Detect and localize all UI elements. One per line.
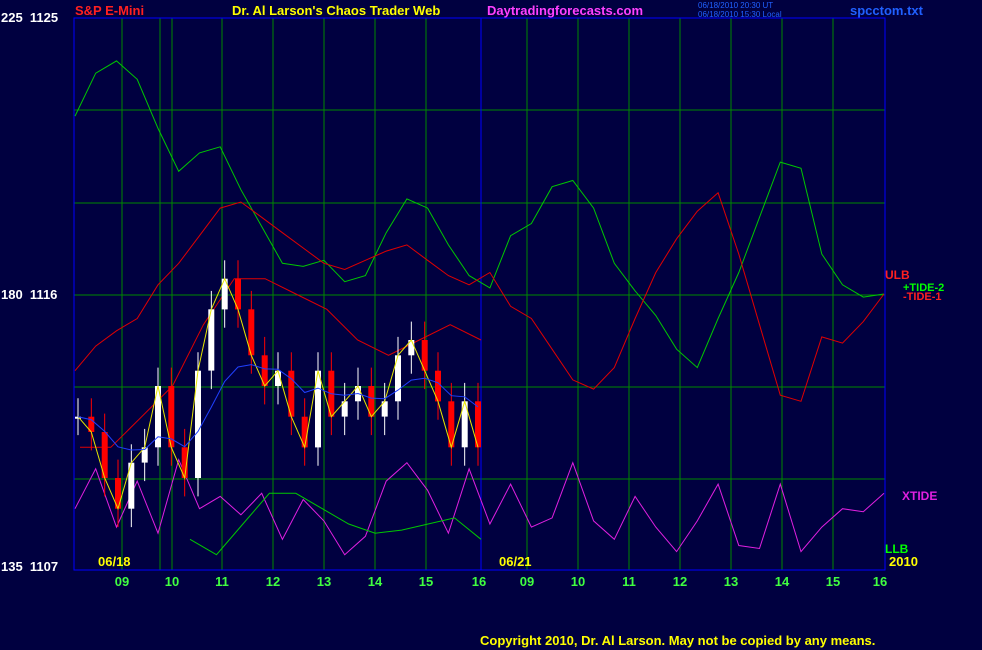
hour-label: 13: [317, 574, 331, 589]
xtide-label: XTIDE: [902, 489, 937, 503]
date-label-1: 06/18: [98, 554, 131, 569]
hour-label: 16: [472, 574, 486, 589]
ulb-label: ULB: [885, 268, 910, 282]
hour-label: 09: [520, 574, 534, 589]
hour-label: 10: [165, 574, 179, 589]
tide1-label: -TIDE-1: [903, 291, 942, 303]
file-label: spcctom.txt: [850, 3, 924, 18]
stamp-ut: 06/18/2010 20:30 UT: [698, 1, 773, 10]
hour-label: 12: [673, 574, 687, 589]
y-label-top: 225 1125: [1, 10, 58, 25]
chaos-trader-chart: S&P E-Mini Dr. Al Larson's Chaos Trader …: [0, 0, 982, 650]
symbol-label: S&P E-Mini: [75, 3, 144, 18]
hour-label: 15: [419, 574, 433, 589]
hour-label: 15: [826, 574, 840, 589]
hour-label: 11: [215, 574, 229, 589]
llb-label: LLB: [885, 542, 909, 556]
hour-label: 13: [724, 574, 738, 589]
hour-label: 09: [115, 574, 129, 589]
chart-title: Dr. Al Larson's Chaos Trader Web: [232, 3, 440, 18]
hour-label: 10: [571, 574, 585, 589]
date-label-2: 06/21: [499, 554, 532, 569]
hour-label: 12: [266, 574, 280, 589]
site-label: Daytradingforecasts.com: [487, 3, 643, 18]
hour-label: 14: [775, 574, 790, 589]
copyright: Copyright 2010, Dr. Al Larson. May not b…: [480, 633, 875, 648]
y-label-bottom: 135 1107: [1, 559, 58, 574]
hour-label: 14: [368, 574, 383, 589]
year-label: 2010: [889, 554, 918, 569]
stamp-local: 06/18/2010 15:30 Local: [698, 10, 782, 19]
chart-background: [0, 0, 982, 650]
hour-label: 16: [873, 574, 887, 589]
y-label-mid: 180 1116: [1, 287, 57, 302]
hour-label: 11: [622, 574, 636, 589]
